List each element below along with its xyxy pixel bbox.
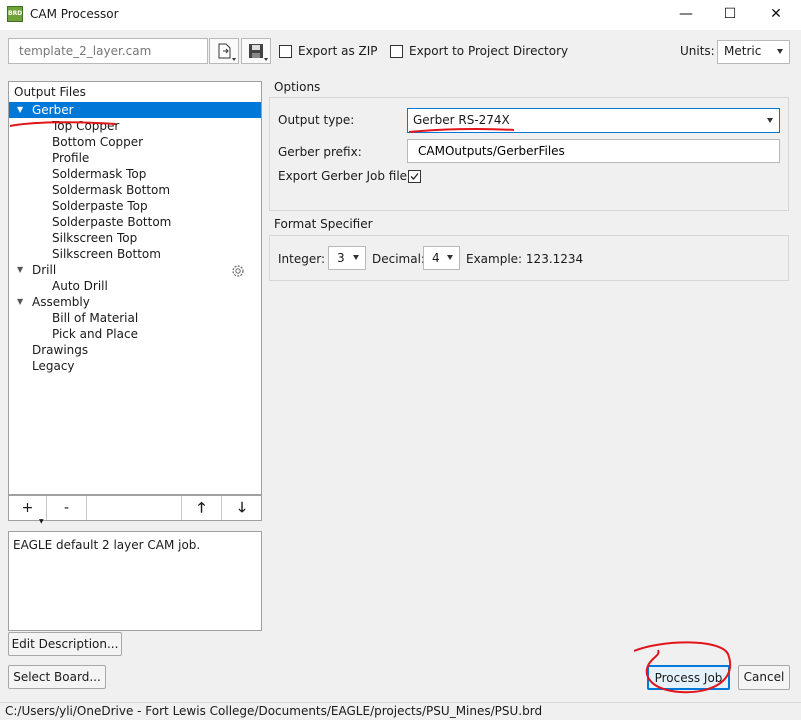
tree-item[interactable]: Soldermask Bottom [9,182,261,198]
tree-item-label: Top Copper [52,119,120,133]
tree-item[interactable]: Bottom Copper [9,134,261,150]
status-bar-path: C:/Users/yli/OneDrive - Fort Lewis Colle… [0,702,801,720]
output-files-tree[interactable]: ▼ Gerber Top Copper Bottom Copper Profile Sol… [8,101,262,495]
app-icon: BRD [7,6,23,22]
tree-button-spacer [87,496,182,520]
save-button[interactable] [241,38,271,64]
expand-toggle-icon[interactable]: ▼ [17,294,25,310]
arrow-down-icon: 🡓 [238,500,246,516]
open-file-icon [218,43,236,61]
gerber-prefix-label: Gerber prefix: [278,145,362,159]
tree-item-label: Profile [52,151,90,165]
tree-item-label: Auto Drill [52,279,108,293]
tree-item[interactable]: Top Copper [9,118,261,134]
output-type-select[interactable]: Gerber RS-274X [407,108,780,133]
checkmark-icon [410,173,419,180]
export-project-checkbox[interactable] [390,45,403,58]
title-bar: BRD CAM Processor — ☐ ✕ [0,0,801,30]
tree-item[interactable]: Legacy [9,358,261,374]
chevron-down-icon [777,49,783,54]
units-select[interactable]: Metric [717,40,790,64]
export-project-label: Export to Project Directory [409,44,569,58]
tree-item[interactable]: Drawings [9,342,261,358]
tree-item-label: Soldermask Top [52,167,147,181]
tree-item[interactable]: ▼ Drill [9,262,261,278]
format-example: Example: 123.1234 [466,252,584,266]
decimal-value: 4 [432,251,440,265]
tree-item[interactable]: Silkscreen Top [9,230,261,246]
integer-label: Integer: [278,252,325,266]
decimal-select[interactable]: 4 [423,246,460,270]
close-button[interactable]: ✕ [753,0,799,30]
tree-header: Output Files [8,81,262,101]
save-icon [249,44,268,61]
tree-item-label: Silkscreen Top [52,231,138,245]
tree-item-label: Solderpaste Bottom [52,215,172,229]
export-zip-label: Export as ZIP [298,44,378,58]
export-job-checkbox[interactable] [408,170,421,183]
output-type-label: Output type: [278,113,355,127]
tree-item-label: Legacy [32,359,75,373]
tree-item-label: Bottom Copper [52,135,144,149]
job-description[interactable]: EAGLE default 2 layer CAM job. [8,531,262,631]
maximize-button[interactable]: ☐ [707,0,753,30]
tree-item[interactable]: Solderpaste Top [9,198,261,214]
arrow-up-icon: 🡑 [197,500,206,516]
gear-icon [232,265,244,277]
window-title: CAM Processor [30,7,119,21]
tree-item-label: Silkscreen Bottom [52,247,161,261]
remove-output-button[interactable]: - [47,496,87,520]
expand-toggle-icon[interactable]: ▼ [17,262,25,278]
cam-file-input[interactable] [8,38,208,64]
output-type-value: Gerber RS-274X [413,113,510,127]
add-output-button[interactable]: + ▼ [9,496,47,525]
tree-item-label: Bill of Material [52,311,139,325]
format-title: Format Specifier [274,217,373,231]
chevron-down-icon [353,255,359,260]
move-down-button[interactable]: 🡓 [222,496,262,520]
minimize-button[interactable]: — [663,0,709,30]
tree-item-label: Pick and Place [52,327,138,341]
chevron-down-icon [447,255,453,260]
tree-item-label: Soldermask Bottom [52,183,171,197]
tree-item[interactable]: Pick and Place [9,326,261,342]
tree-item[interactable]: Profile [9,150,261,166]
gerber-prefix-input[interactable] [407,139,780,163]
tree-item-label: Assembly [32,295,90,309]
integer-value: 3 [337,251,345,265]
open-file-button[interactable] [209,38,239,64]
decimal-label: Decimal: [372,252,425,266]
tree-item-label: Drawings [32,343,89,357]
move-up-button[interactable]: 🡑 [182,496,222,520]
cancel-button[interactable]: Cancel [738,665,790,690]
export-zip-checkbox[interactable] [279,45,292,58]
tree-item-label: Gerber [32,103,74,117]
integer-select[interactable]: 3 [328,246,366,270]
tree-item[interactable]: ▼ Gerber [9,102,261,118]
tree-item[interactable]: Solderpaste Bottom [9,214,261,230]
options-title: Options [274,80,321,94]
export-job-label: Export Gerber Job file: [278,169,412,183]
tree-item[interactable]: Silkscreen Bottom [9,246,261,262]
tree-item[interactable]: ▼ Assembly [9,294,261,310]
units-label: Units: [680,44,715,58]
process-job-button[interactable]: Process Job [647,665,730,690]
tree-item[interactable]: Bill of Material [9,310,261,326]
tree-item-label: Solderpaste Top [52,199,148,213]
expand-toggle-icon[interactable]: ▼ [17,102,25,118]
tree-button-bar: + ▼ - 🡑 🡓 [8,495,262,525]
tree-item[interactable]: Auto Drill [9,278,261,294]
drill-settings-button[interactable] [230,263,246,282]
tree-item-label: Drill [32,263,57,277]
tree-item[interactable]: Soldermask Top [9,166,261,182]
select-board-button[interactable]: Select Board... [8,665,106,689]
chevron-down-icon [767,118,773,123]
units-value: Metric [724,44,762,58]
edit-description-button[interactable]: Edit Description... [8,632,122,656]
